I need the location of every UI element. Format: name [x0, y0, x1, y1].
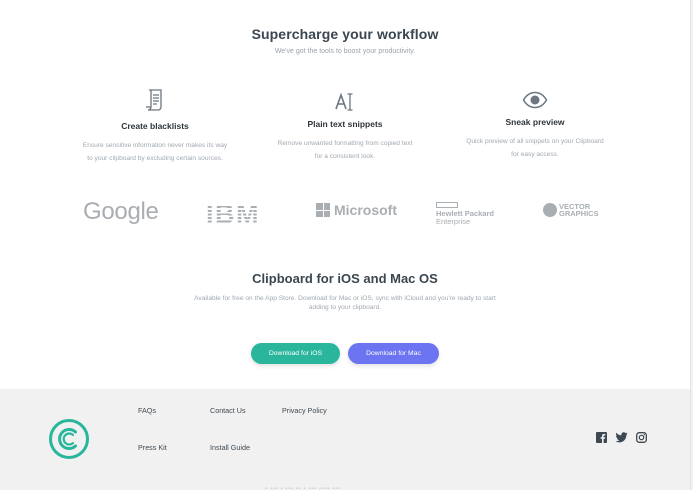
feature-title: Sneak preview: [505, 117, 565, 127]
feature-description: Ensure sensitive information never makes…: [82, 142, 228, 162]
clipboard-logo-icon[interactable]: [48, 418, 90, 460]
section-title: Supercharge your workflow: [251, 26, 439, 42]
clipped-footer-text: ▪ ▪▪▪ ▪ ▪▪▪ ▪▪ ▪ ▪▪▪ ▪▪▪▪ ▪▪▪: [265, 486, 341, 490]
section-subtitle: We've got the tools to boost your produc…: [274, 48, 416, 55]
vector-dot-icon: [543, 203, 557, 217]
vector-graphics-logo: VECTOR GRAPHICS: [543, 203, 599, 217]
footer-link-install-guide[interactable]: Install Guide: [210, 443, 250, 452]
feature-plain-text: Plain text snippets Remove unwanted form…: [250, 90, 440, 163]
footer-link-press-kit[interactable]: Press Kit: [138, 443, 167, 452]
feature-description: Remove unwanted formatting from copied t…: [277, 140, 413, 160]
feature-title: Create blacklists: [121, 121, 189, 131]
text-format-icon: [250, 90, 440, 114]
footer-link-faqs[interactable]: FAQs: [138, 406, 156, 415]
document-list-icon: [60, 88, 250, 112]
download-mac-button[interactable]: Download for Mac: [348, 343, 439, 364]
instagram-icon[interactable]: [636, 432, 647, 443]
hpe-bar-icon: [436, 202, 458, 208]
client-logos: Google IBM Microsoft Hewlett Packard Ent…: [0, 196, 690, 236]
feature-sneak-preview: Sneak preview Quick preview of all snipp…: [440, 88, 630, 161]
page: Supercharge your workflow We've got the …: [0, 0, 693, 490]
microsoft-grid-icon: [316, 203, 330, 217]
feature-title: Plain text snippets: [307, 119, 383, 129]
main-content: Supercharge your workflow We've got the …: [0, 0, 690, 490]
download-ios-button[interactable]: Download for iOS: [251, 343, 340, 364]
cta-description: Available for free on the App Store. Dow…: [194, 295, 496, 311]
twitter-icon[interactable]: [615, 432, 628, 443]
facebook-icon[interactable]: [596, 432, 607, 443]
footer: FAQs Contact Us Privacy Policy Press Kit…: [0, 389, 690, 490]
hpe-logo: Hewlett Packard Enterprise: [436, 202, 494, 226]
microsoft-logo: Microsoft: [316, 202, 397, 218]
footer-link-privacy[interactable]: Privacy Policy: [282, 406, 327, 415]
feature-blacklists: Create blacklists Ensure sensitive infor…: [60, 88, 250, 165]
eye-icon: [440, 88, 630, 112]
footer-link-contact[interactable]: Contact Us: [210, 406, 246, 415]
google-logo: Google: [83, 198, 159, 225]
cta-title: Clipboard for iOS and Mac OS: [252, 271, 438, 286]
feature-description: Quick preview of all snippets on your Cl…: [466, 138, 604, 158]
ibm-logo: IBM: [206, 199, 260, 229]
